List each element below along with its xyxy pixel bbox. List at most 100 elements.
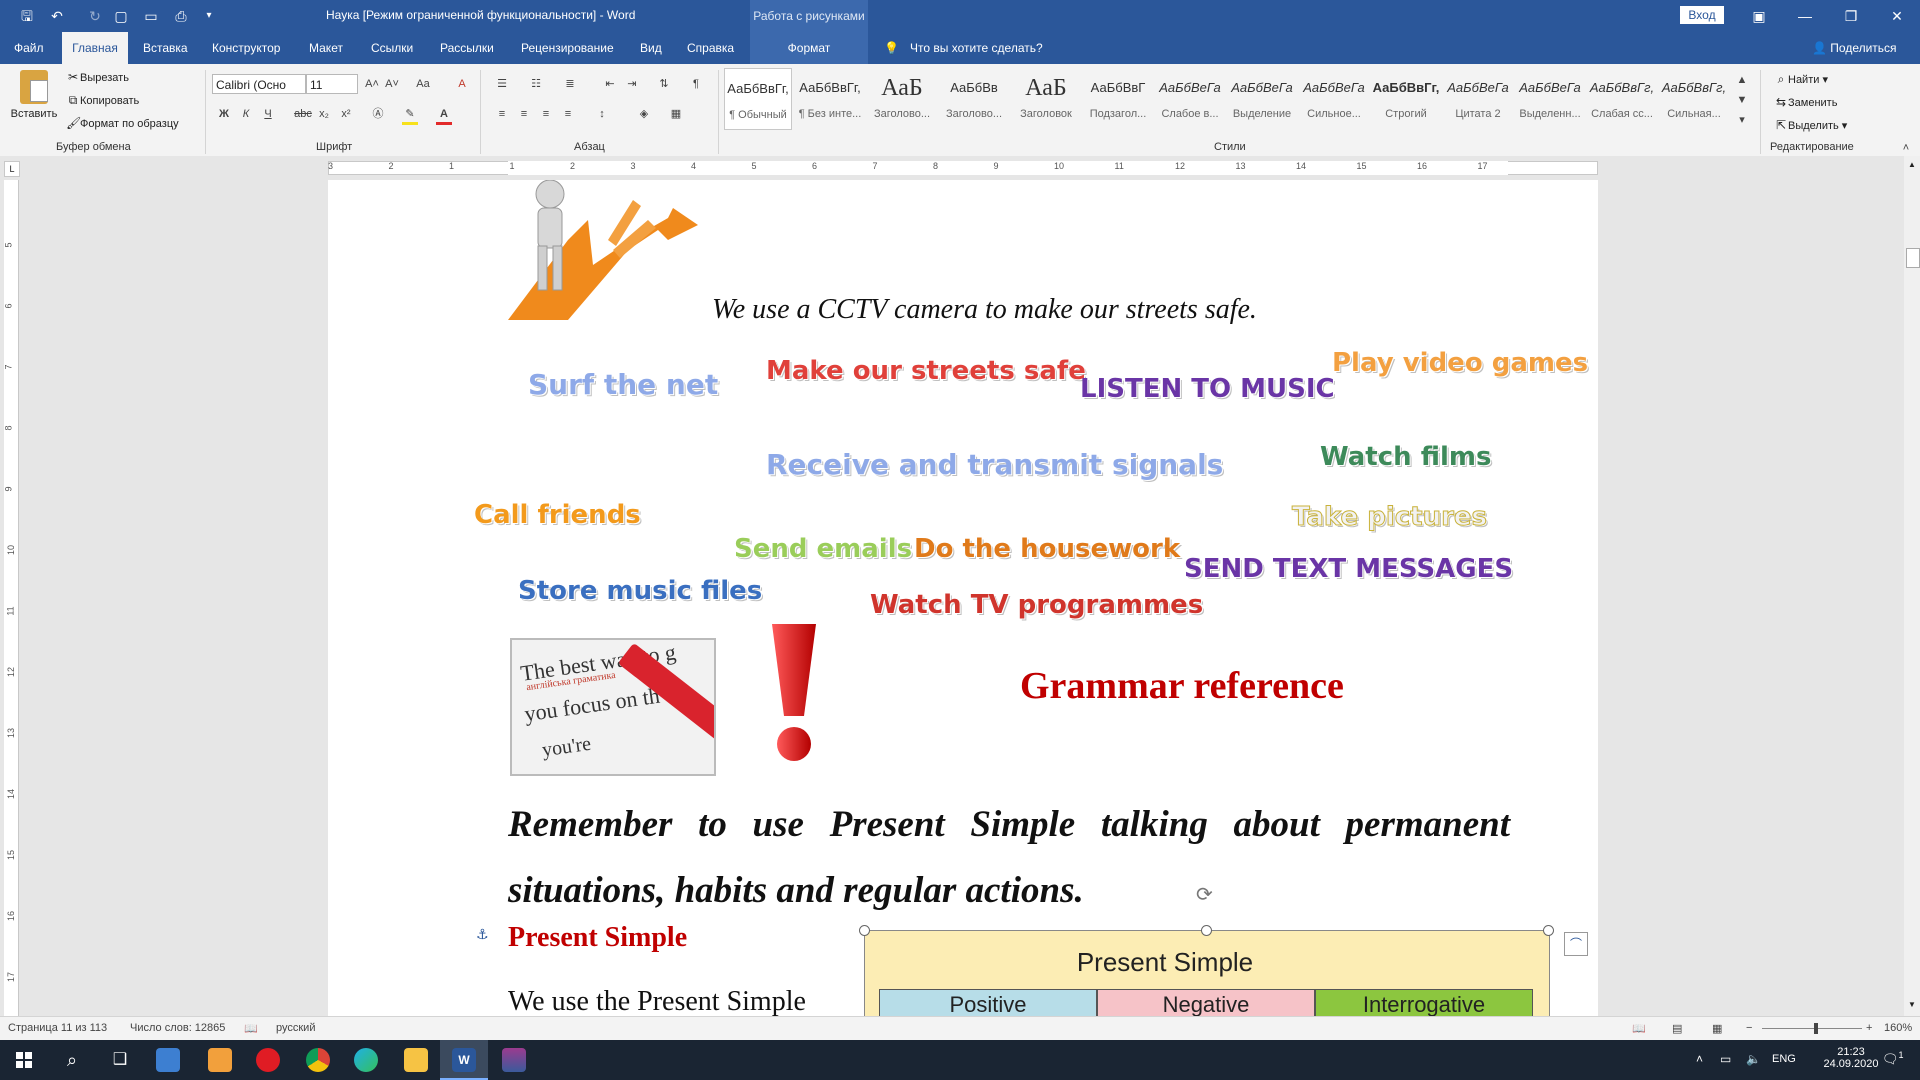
multilevel-list-icon[interactable]: ≣: [562, 76, 578, 92]
style-tile[interactable]: АаБбВвГг, ¶ Без инте...: [796, 68, 864, 130]
style-tile[interactable]: АаБбВеГа Цитата 2: [1444, 68, 1512, 130]
sort-icon[interactable]: ⇅: [656, 76, 672, 92]
task-view-icon[interactable]: ❑: [96, 1040, 144, 1080]
read-mode-icon[interactable]: 📖: [1632, 1022, 1646, 1035]
wordart-make-streets-safe[interactable]: Make our streets safe: [766, 356, 1086, 386]
scroll-up-icon[interactable]: ▲: [1908, 160, 1916, 169]
bullets-icon[interactable]: ☰: [494, 76, 510, 92]
wordart-send-emails[interactable]: Send emails: [734, 534, 912, 564]
superscript-button[interactable]: x²: [338, 106, 354, 122]
word-count[interactable]: Число слов: 12865: [130, 1022, 225, 1034]
font-color-icon[interactable]: A: [436, 106, 452, 125]
customize-qat-icon[interactable]: ▾: [198, 6, 220, 26]
replace-button[interactable]: ⇆ Заменить: [1774, 95, 1837, 109]
italic-button[interactable]: К: [238, 106, 254, 122]
search-icon[interactable]: ⌕: [48, 1040, 96, 1080]
align-left-icon[interactable]: ≡: [494, 106, 510, 122]
winrar-app-icon[interactable]: [490, 1040, 538, 1080]
wordart-call-friends[interactable]: Call friends: [474, 500, 641, 530]
wordart-listen-to-music[interactable]: LISTEN TO MUSIC: [1080, 374, 1335, 404]
tab-help[interactable]: Справка: [687, 32, 734, 64]
undo-icon[interactable]: ↶: [46, 6, 68, 26]
styles-scroll-down-icon[interactable]: ▼: [1734, 92, 1750, 108]
grammar-photo-image[interactable]: The best way to g англійська граматика y…: [510, 638, 716, 776]
exclamation-mark-image[interactable]: [764, 616, 824, 766]
tab-picture-format[interactable]: Формат: [750, 32, 868, 64]
document-page[interactable]: We use a CCTV camera to make our streets…: [328, 180, 1598, 1016]
find-button[interactable]: ⌕ Найти ▾: [1774, 72, 1828, 87]
style-tile[interactable]: АаБбВвГ Подзагол...: [1084, 68, 1152, 130]
style-tile[interactable]: АаБбВеГа Выделенн...: [1516, 68, 1584, 130]
start-button[interactable]: [0, 1040, 48, 1080]
increase-indent-icon[interactable]: ⇥: [624, 76, 640, 92]
restore-button[interactable]: ❐: [1828, 0, 1874, 32]
print-layout-icon[interactable]: ▤: [1672, 1022, 1682, 1035]
crossroads-figure-image[interactable]: [508, 180, 698, 320]
tab-mailings[interactable]: Рассылки: [440, 32, 494, 64]
align-right-icon[interactable]: ≡: [538, 106, 554, 122]
zoom-out-icon[interactable]: −: [1746, 1022, 1752, 1034]
keyboard-language[interactable]: ENG: [1772, 1053, 1796, 1065]
change-case-button[interactable]: Aa: [412, 76, 434, 92]
justify-icon[interactable]: ≡: [560, 106, 576, 122]
tab-layout[interactable]: Макет: [309, 32, 343, 64]
word-app-icon[interactable]: W: [440, 1040, 488, 1080]
font-name-combo[interactable]: Calibri (Осно: [212, 74, 306, 94]
style-tile[interactable]: АаБ Заголово...: [868, 68, 936, 130]
tab-insert[interactable]: Вставка: [143, 32, 188, 64]
layout-options-icon[interactable]: ⌒: [1564, 932, 1588, 956]
style-tile[interactable]: АаБбВеГа Сильное...: [1300, 68, 1368, 130]
clear-formatting-icon[interactable]: A: [454, 76, 470, 92]
resize-handle[interactable]: [1543, 925, 1554, 936]
highlight-icon[interactable]: ✎: [402, 106, 418, 125]
web-layout-icon[interactable]: ▦: [1712, 1022, 1722, 1035]
wordart-store-music-files[interactable]: Store music files: [518, 576, 762, 606]
bold-button[interactable]: Ж: [216, 106, 232, 122]
wordart-do-the-housework[interactable]: Do the housework: [914, 534, 1180, 564]
subscript-button[interactable]: x₂: [316, 106, 332, 122]
zoom-level[interactable]: 160%: [1884, 1022, 1912, 1034]
tab-references[interactable]: Ссылки: [371, 32, 413, 64]
rotate-handle-icon[interactable]: ⟳: [1196, 882, 1213, 907]
grow-font-button[interactable]: A˄: [364, 76, 380, 92]
style-tile[interactable]: АаБбВеГа Слабое в...: [1156, 68, 1224, 130]
redo-icon[interactable]: ↻: [84, 6, 106, 26]
present-simple-table-picture[interactable]: Present Simple Positive Negative Interro…: [864, 930, 1550, 1016]
save-icon[interactable]: 🖫: [16, 6, 38, 26]
wordart-send-text-messages[interactable]: SEND TEXT MESSAGES: [1184, 554, 1513, 584]
style-tile[interactable]: АаБбВвГг, ¶ Обычный: [724, 68, 792, 130]
shading-icon[interactable]: ◈: [636, 106, 652, 122]
style-tile[interactable]: АаБбВвГг, Строгий: [1372, 68, 1440, 130]
zoom-slider[interactable]: [1762, 1028, 1862, 1029]
scroll-down-icon[interactable]: ▼: [1908, 1000, 1916, 1009]
wordart-watch-films[interactable]: Watch films: [1320, 442, 1491, 472]
styles-more-icon[interactable]: ▾: [1734, 112, 1750, 128]
tab-review[interactable]: Рецензирование: [521, 32, 614, 64]
style-tile[interactable]: АаБ Заголовок: [1012, 68, 1080, 130]
pilcrow-icon[interactable]: ¶: [688, 76, 704, 92]
wordart-watch-tv-programmes[interactable]: Watch TV programmes: [870, 590, 1203, 620]
file-explorer-app-icon[interactable]: [392, 1040, 440, 1080]
scroll-thumb[interactable]: [1906, 248, 1920, 268]
format-painter-button[interactable]: 🖌Формат по образцу: [66, 116, 179, 130]
style-tile[interactable]: АаБбВвГг, Сильная...: [1660, 68, 1728, 130]
resize-handle[interactable]: [859, 925, 870, 936]
strikethrough-button[interactable]: abc: [292, 106, 314, 122]
style-tile[interactable]: АаБбВвГг, Слабая сс...: [1588, 68, 1656, 130]
volume-icon[interactable]: 🔈: [1746, 1052, 1761, 1066]
styles-scroll-up-icon[interactable]: ▲: [1734, 72, 1750, 88]
chrome-app-icon[interactable]: [294, 1040, 342, 1080]
store-app-icon[interactable]: [144, 1040, 192, 1080]
collapse-ribbon-icon[interactable]: ˄: [1898, 140, 1914, 156]
paste-button[interactable]: Вставить: [10, 70, 58, 120]
shrink-font-button[interactable]: A˅: [384, 76, 400, 92]
opera-app-icon[interactable]: [244, 1040, 292, 1080]
copy-button[interactable]: ⧉ Копировать: [66, 93, 140, 108]
style-tile[interactable]: АаБбВеГа Выделение: [1228, 68, 1296, 130]
font-size-combo[interactable]: 11: [306, 74, 358, 94]
language-indicator[interactable]: русский: [276, 1022, 315, 1034]
tab-view[interactable]: Вид: [640, 32, 662, 64]
wordart-play-video-games[interactable]: Play video games: [1332, 348, 1588, 378]
zoom-in-icon[interactable]: +: [1866, 1022, 1872, 1034]
line-spacing-icon[interactable]: ↕: [594, 106, 610, 122]
